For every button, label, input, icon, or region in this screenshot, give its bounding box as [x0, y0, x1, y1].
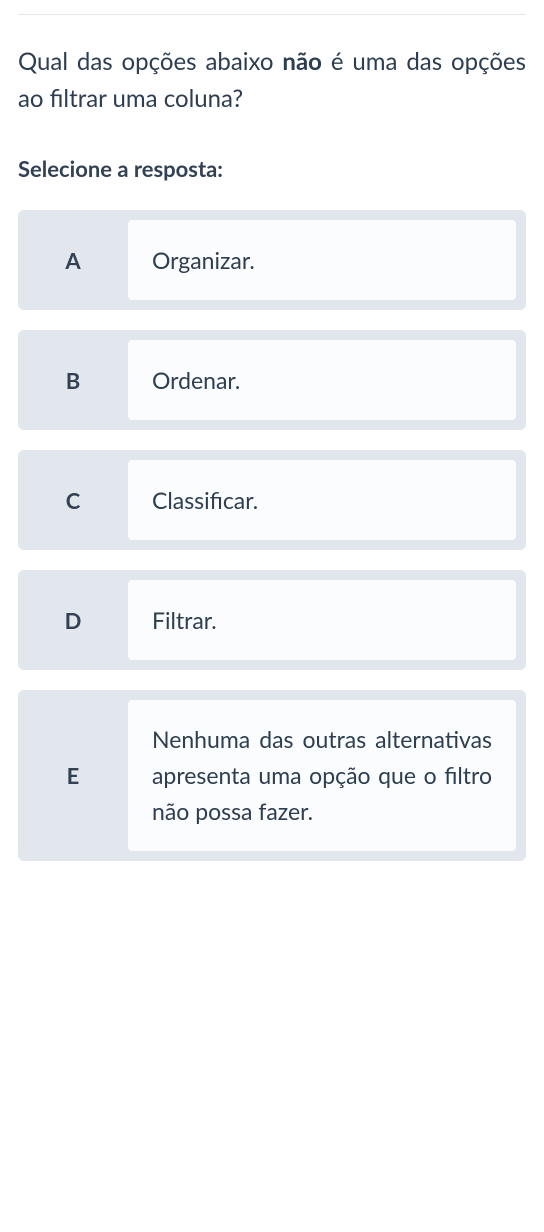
option-letter: B	[18, 340, 128, 420]
question-text: Qual das opções abaixo não é uma das opç…	[18, 43, 526, 117]
question-bold: não	[282, 47, 322, 76]
option-a[interactable]: AOrganizar.	[18, 210, 526, 310]
option-letter: E	[18, 700, 128, 851]
question-pre: Qual das opções abaixo	[18, 47, 282, 76]
option-letter: D	[18, 580, 128, 660]
option-text: Organizar.	[128, 220, 516, 300]
top-divider	[18, 14, 526, 15]
option-e[interactable]: ENenhuma das outras alternativas apresen…	[18, 690, 526, 861]
option-text: Classificar.	[128, 460, 516, 540]
option-b[interactable]: BOrdenar.	[18, 330, 526, 430]
option-c[interactable]: CClassificar.	[18, 450, 526, 550]
options-list: AOrganizar.BOrdenar.CClassificar.DFiltra…	[18, 210, 526, 861]
option-d[interactable]: DFiltrar.	[18, 570, 526, 670]
option-text: Ordenar.	[128, 340, 516, 420]
option-text: Filtrar.	[128, 580, 516, 660]
answer-instruction: Selecione a resposta:	[18, 155, 526, 182]
option-text: Nenhuma das outras alternativas apresent…	[128, 700, 516, 851]
option-letter: C	[18, 460, 128, 540]
option-letter: A	[18, 220, 128, 300]
